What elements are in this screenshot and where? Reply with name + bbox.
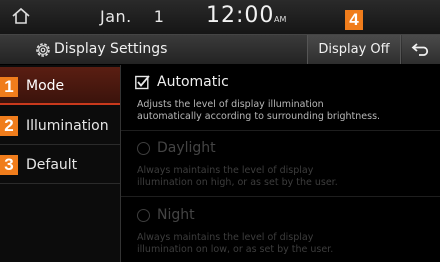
- gear-icon: [36, 43, 50, 57]
- sidebar-item-default[interactable]: Default: [0, 146, 120, 184]
- option-automatic-desc-line2: automatically according to surrounding b…: [137, 111, 381, 122]
- clock-ampm: AM: [274, 15, 287, 24]
- option-separator: [121, 130, 440, 131]
- date-month: Jan.: [100, 7, 132, 26]
- sidebar-item-mode[interactable]: Mode: [0, 67, 120, 105]
- option-night-label: Night: [157, 207, 195, 223]
- option-daylight-desc-line2: illumination on high, or as set by the u…: [137, 177, 338, 188]
- mode-options-panel: Automatic Adjusts the level of display i…: [121, 65, 440, 262]
- callout-badge-4: 4: [345, 10, 363, 30]
- sidebar: Mode Illumination Default: [0, 65, 120, 262]
- callout-badge-2: 2: [0, 116, 18, 136]
- option-automatic-description: Adjusts the level of display illuminatio…: [137, 99, 437, 123]
- callout-badge-3: 3: [0, 155, 18, 175]
- back-arrow-icon: [411, 43, 429, 56]
- option-night-description: Always maintains the level of display il…: [137, 232, 437, 256]
- option-separator: [121, 196, 440, 197]
- option-automatic-desc-line1: Adjusts the level of display illuminatio…: [137, 99, 324, 110]
- option-daylight-description: Always maintains the level of display il…: [137, 165, 437, 189]
- date-display: Jan. 1: [100, 7, 164, 26]
- page-title: Display Settings: [54, 41, 168, 57]
- option-daylight-label: Daylight: [157, 140, 216, 156]
- option-night-desc-line1: Always maintains the level of display: [137, 232, 314, 243]
- checkbox-checked-icon[interactable]: [135, 75, 150, 90]
- home-icon: [12, 7, 30, 24]
- option-automatic-label: Automatic: [157, 74, 229, 90]
- title-bar: Display Settings Display Off: [0, 34, 440, 64]
- radio-unselected-icon[interactable]: [137, 209, 150, 222]
- display-off-button[interactable]: Display Off: [307, 35, 401, 64]
- callout-badge-1: 1: [0, 77, 18, 97]
- option-night-desc-line2: illumination on low, or as set by the us…: [137, 244, 334, 255]
- back-button[interactable]: [402, 35, 440, 64]
- option-daylight-desc-line1: Always maintains the level of display: [137, 165, 314, 176]
- status-bar: Jan. 1 12:00 AM: [0, 0, 440, 34]
- home-button[interactable]: [10, 6, 40, 28]
- date-day: 1: [153, 7, 165, 26]
- clock-time: 12:00: [206, 3, 275, 28]
- display-settings-screen: Jan. 1 12:00 AM Display Settings Display …: [0, 0, 440, 262]
- radio-unselected-icon[interactable]: [137, 142, 150, 155]
- sidebar-item-illumination[interactable]: Illumination: [0, 107, 120, 145]
